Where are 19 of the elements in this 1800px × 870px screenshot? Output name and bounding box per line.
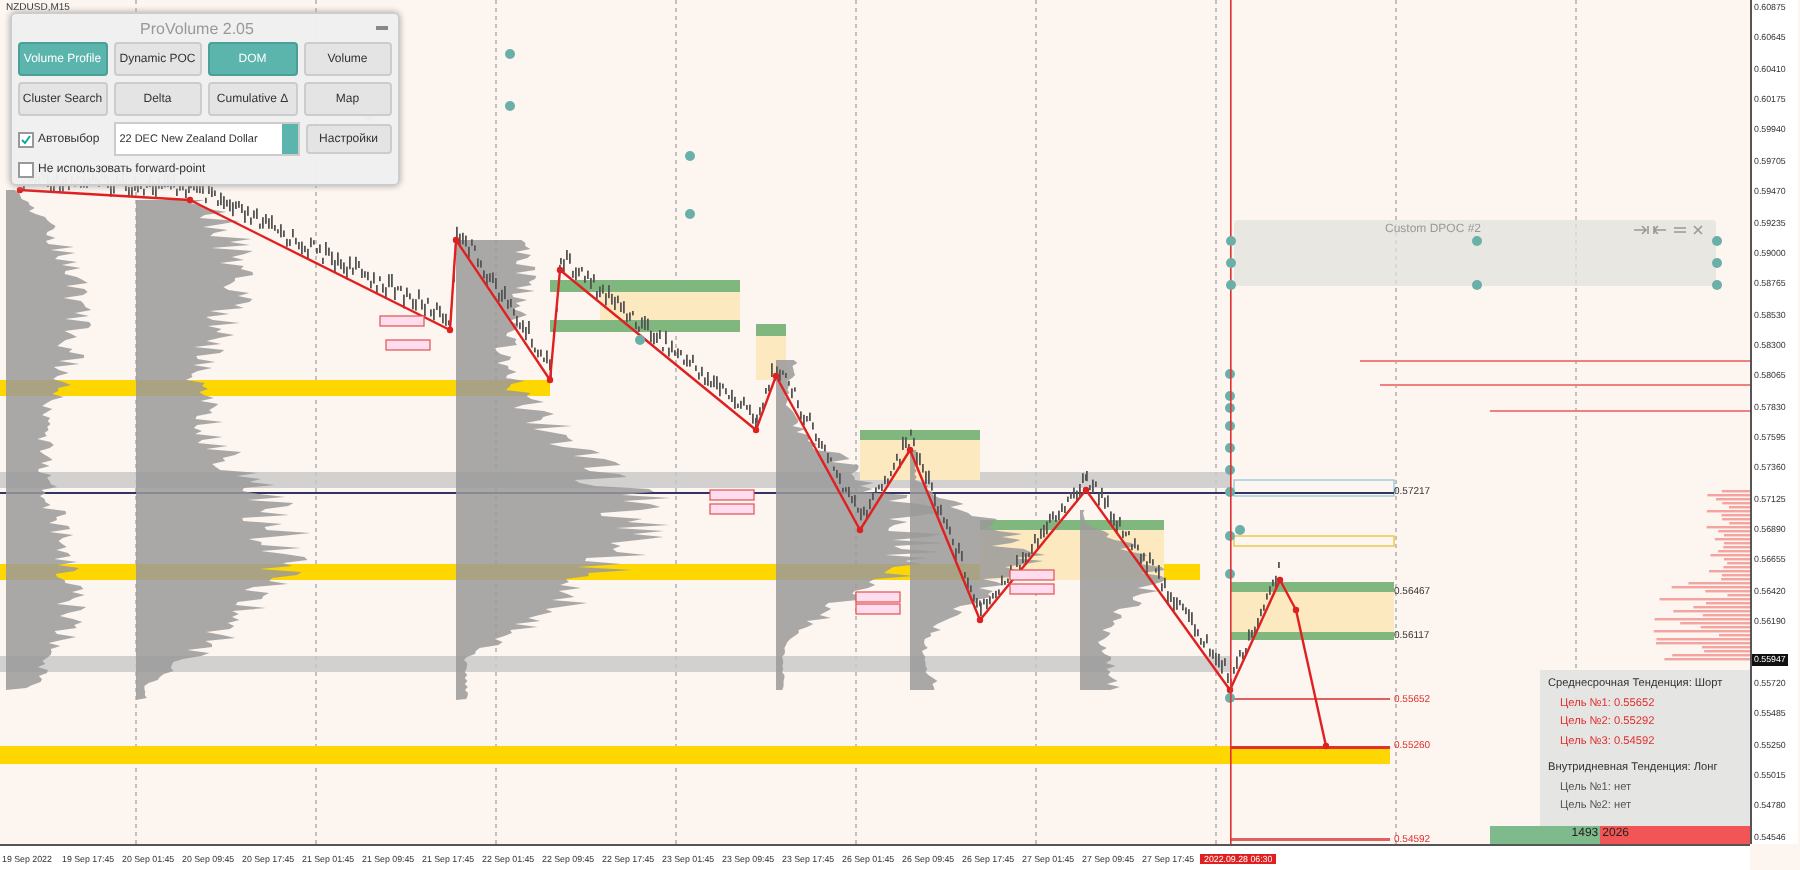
window-controls-icon[interactable] (1632, 224, 1708, 236)
price-tag-marker (385, 339, 431, 351)
checkbox[interactable] (18, 162, 34, 178)
anchor-handle[interactable] (1225, 257, 1235, 267)
panel-title: ProVolume 2.05 (138, 19, 256, 37)
anchor-handle[interactable] (505, 101, 515, 111)
price-tag-marker (379, 315, 425, 327)
anchor-handle[interactable] (1225, 279, 1235, 289)
anchor-handle[interactable] (635, 335, 645, 345)
anchor-handle[interactable] (1225, 235, 1235, 245)
anchor-handle[interactable] (505, 49, 515, 59)
checkbox[interactable] (18, 131, 34, 147)
anchor-handle[interactable] (1471, 279, 1481, 289)
anchor-handle[interactable] (1471, 235, 1481, 245)
anchor-handle[interactable] (685, 151, 695, 161)
anchor-handle[interactable] (1711, 257, 1721, 267)
anchor-handle[interactable] (1711, 235, 1721, 245)
anchor-handle[interactable] (685, 209, 695, 219)
anchor-handle[interactable] (1711, 279, 1721, 289)
